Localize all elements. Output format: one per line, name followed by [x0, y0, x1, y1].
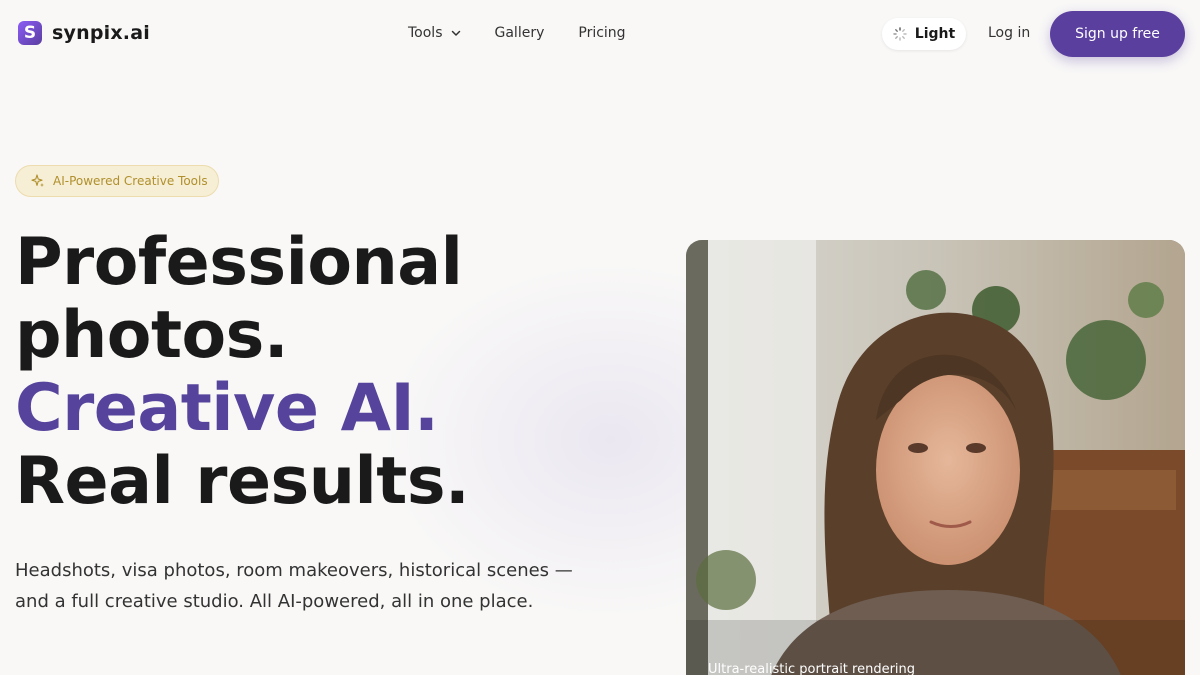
brand-name: synpix.ai: [52, 22, 150, 44]
sparkle-icon: [31, 174, 44, 187]
nav-gallery-label: Gallery: [494, 25, 545, 41]
theme-toggle-button[interactable]: Light: [882, 18, 966, 50]
feature-badge: AI-Powered Creative Tools: [15, 165, 219, 197]
headline-line-2: photos.: [15, 298, 289, 373]
headline-line-1: Professional: [15, 225, 463, 300]
logo[interactable]: S synpix.ai: [18, 21, 150, 45]
login-link[interactable]: Log in: [988, 25, 1030, 41]
showcase-caption: Ultra-realistic portrait rendering: [708, 662, 916, 675]
nav-pricing[interactable]: Pricing: [578, 25, 625, 41]
theme-toggle-label: Light: [914, 26, 956, 42]
nav-gallery[interactable]: Gallery: [495, 25, 545, 41]
nav-tools[interactable]: Tools: [408, 25, 461, 41]
chevron-down-icon: [451, 30, 460, 36]
portrait-illustration: [686, 240, 1185, 675]
site-header: S synpix.ai Tools Gallery Pricing Light …: [0, 0, 1200, 68]
main-nav: Tools Gallery Pricing: [408, 25, 660, 41]
headline-line-4: Real results.: [15, 444, 470, 519]
hero-headline: Professional photos. Creative AI. Real r…: [15, 225, 470, 519]
headline-line-accent: Creative AI.: [15, 371, 439, 446]
signup-button[interactable]: Sign up free: [1050, 11, 1185, 57]
nav-tools-label: Tools: [408, 25, 443, 41]
loader-icon: [893, 27, 907, 41]
showcase-image: Ultra-realistic portrait rendering: [686, 240, 1185, 675]
badge-label: AI-Powered Creative Tools: [53, 174, 208, 188]
hero-subtitle: Headshots, visa photos, room makeovers, …: [15, 560, 573, 612]
logo-icon: S: [18, 21, 42, 45]
nav-pricing-label: Pricing: [578, 25, 626, 41]
